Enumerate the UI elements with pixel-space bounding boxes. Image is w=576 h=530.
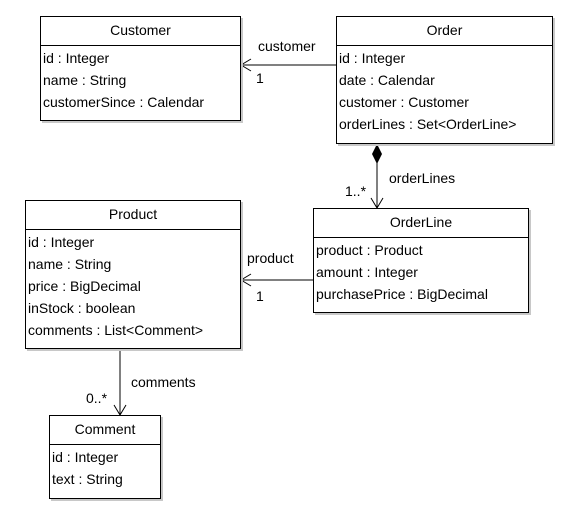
- attribute: id : Integer: [52, 449, 119, 465]
- attribute: id : Integer: [28, 234, 95, 250]
- attribute: text : String: [52, 471, 123, 487]
- class-name: Order: [337, 17, 552, 46]
- role-label-orderlines: orderLines: [389, 170, 456, 186]
- attribute: price : BigDecimal: [28, 278, 141, 294]
- multiplicity-label: 1..*: [345, 183, 367, 199]
- multiplicity-label: 0..*: [86, 390, 108, 406]
- attribute: name : String: [43, 72, 127, 88]
- attribute: inStock : boolean: [28, 300, 136, 316]
- class-name: Comment: [50, 416, 160, 445]
- class-name: Customer: [41, 17, 240, 46]
- class-product[interactable]: Product id : Integer name : String price…: [25, 200, 241, 349]
- role-label-customer: customer: [258, 38, 316, 54]
- attribute: id : Integer: [43, 50, 110, 66]
- class-order[interactable]: Order id : Integer date : Calendar custo…: [336, 16, 553, 144]
- attribute: date : Calendar: [339, 72, 435, 88]
- role-label-comments: comments: [131, 374, 196, 390]
- attribute: customerSince : Calendar: [43, 94, 205, 110]
- attribute: customer : Customer: [339, 94, 469, 110]
- multiplicity-label: 1: [256, 288, 264, 304]
- class-orderline[interactable]: OrderLine product : Product amount : Int…: [313, 208, 529, 313]
- multiplicity-label: 1: [256, 70, 264, 86]
- attribute: comments : List<Comment>: [28, 322, 204, 338]
- class-name: OrderLine: [314, 209, 528, 238]
- attribute: name : String: [28, 256, 112, 272]
- role-label-product: product: [247, 250, 294, 266]
- attribute: amount : Integer: [316, 264, 418, 280]
- class-customer[interactable]: Customer id : Integer name : String cust…: [40, 16, 241, 121]
- attribute: product : Product: [316, 242, 423, 258]
- class-name: Product: [26, 201, 240, 230]
- composition-diamond-icon: [372, 144, 382, 164]
- attribute: purchasePrice : BigDecimal: [316, 286, 488, 302]
- class-comment[interactable]: Comment id : Integer text : String: [49, 415, 161, 499]
- attribute: id : Integer: [339, 50, 406, 66]
- attribute: orderLines : Set<OrderLine>: [339, 116, 517, 132]
